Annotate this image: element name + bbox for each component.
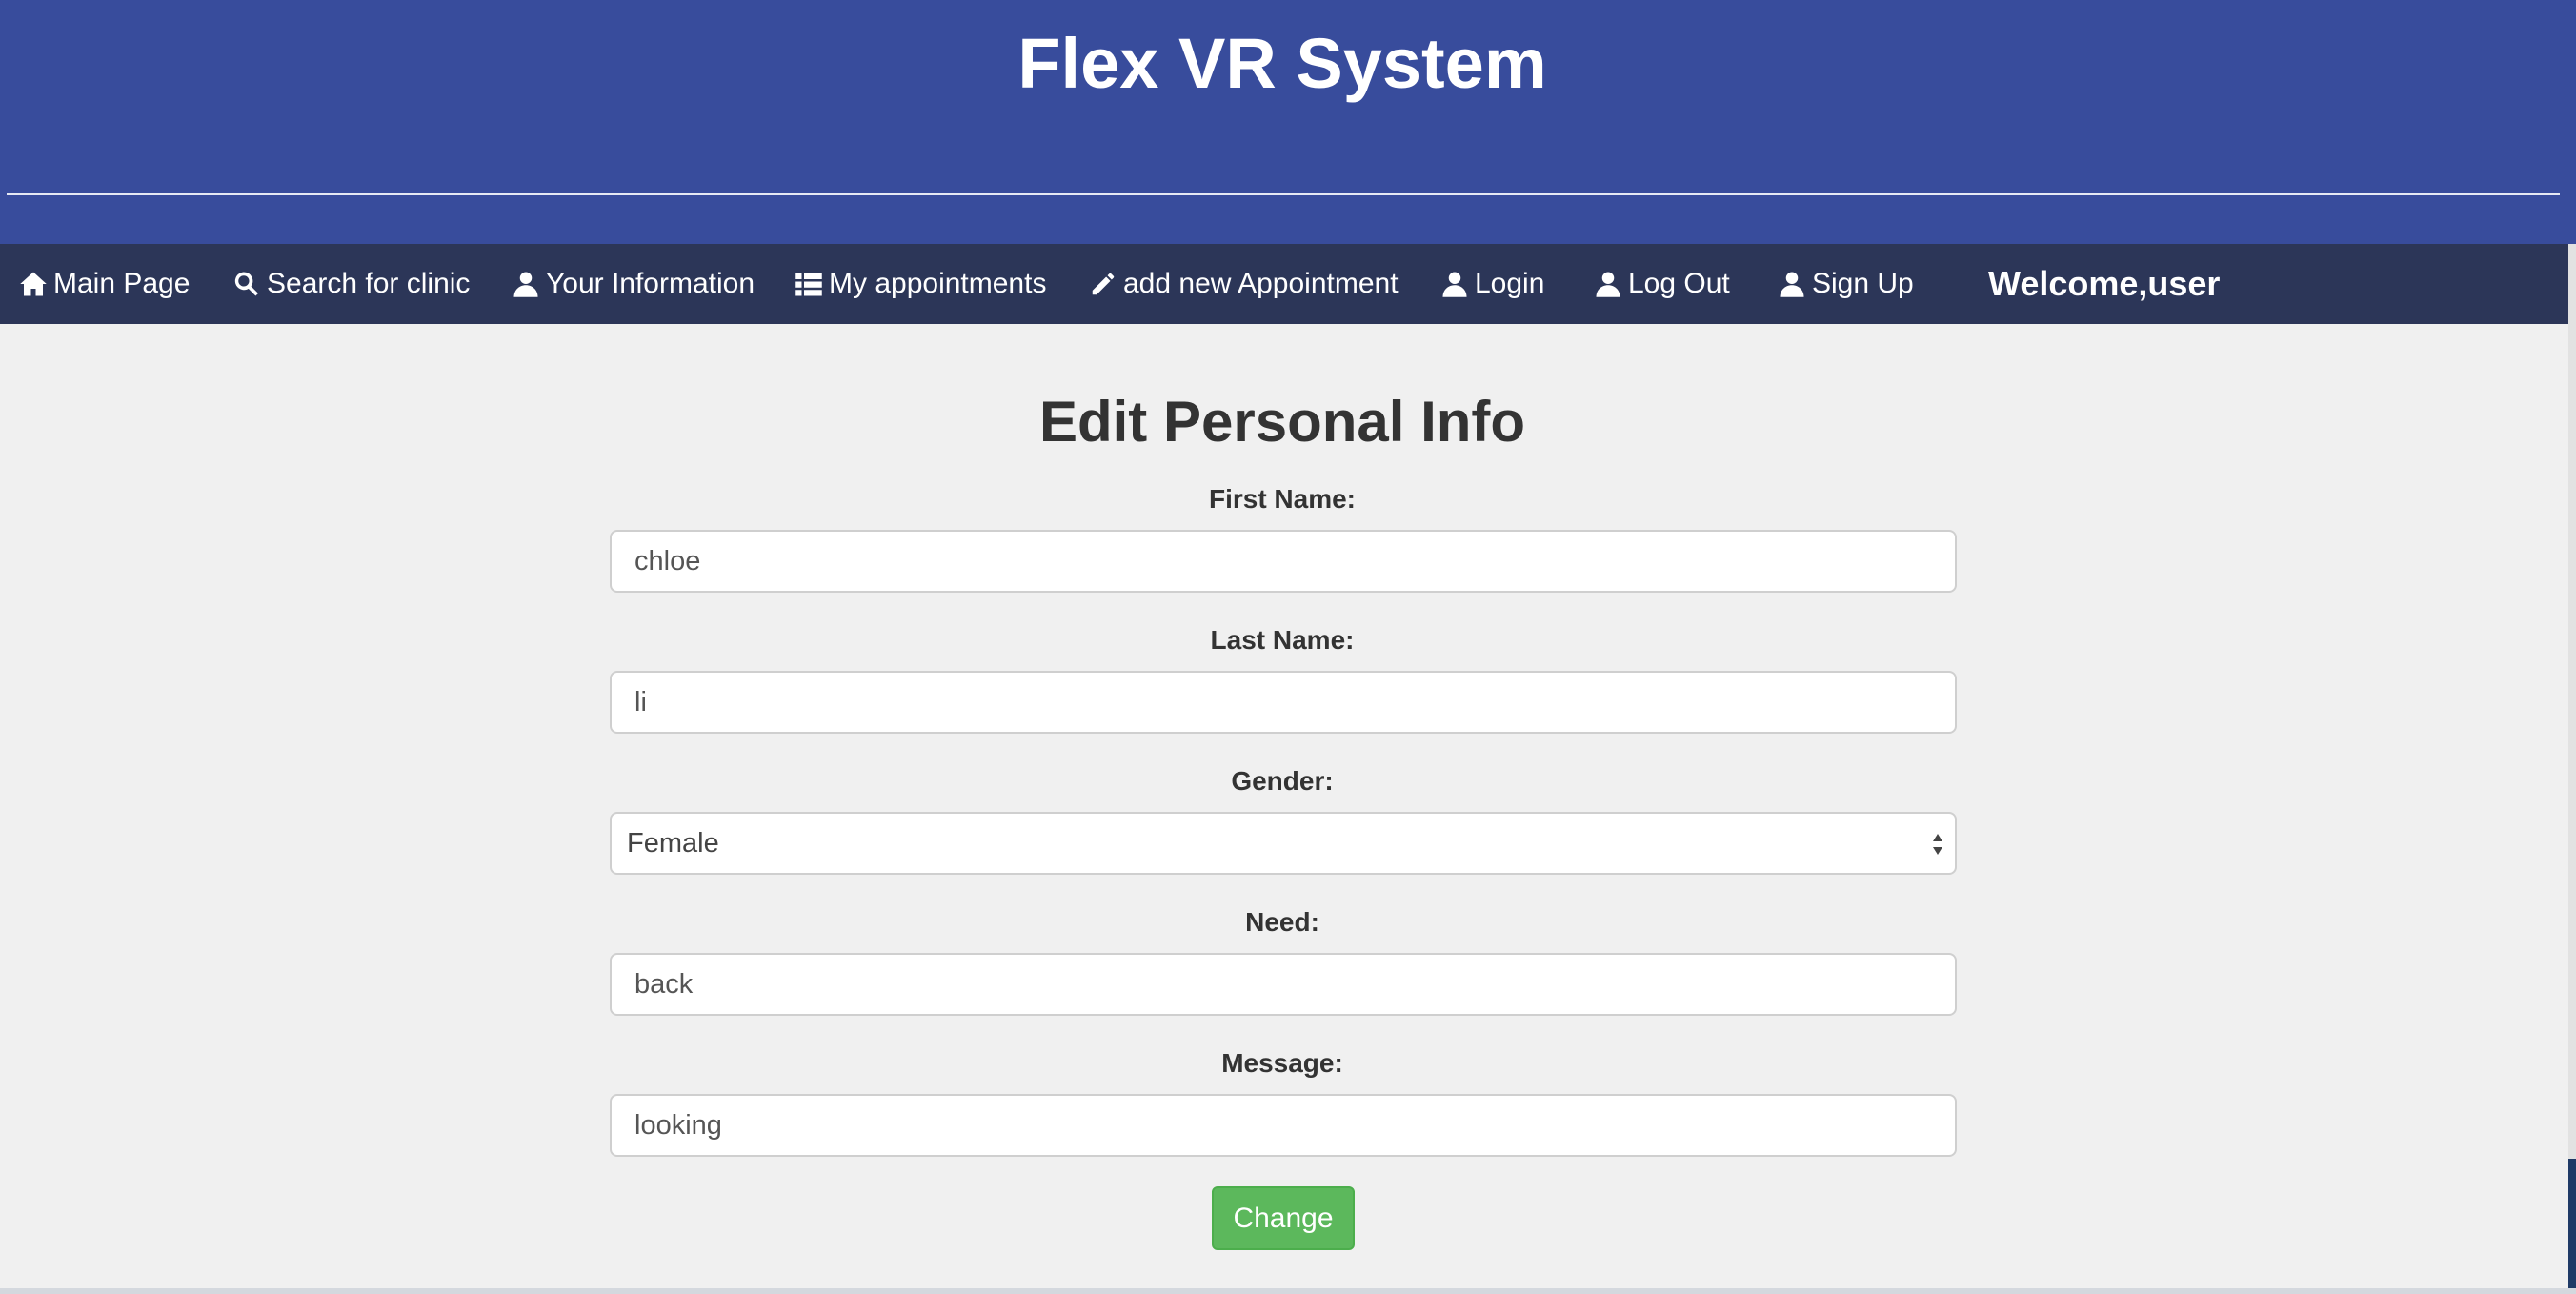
change-button[interactable]: Change: [1212, 1186, 1355, 1250]
nav-item-label: Main Page: [53, 268, 191, 299]
last-name-input[interactable]: [610, 671, 1957, 734]
first-name-label: First Name:: [1208, 484, 1357, 514]
first-name-input[interactable]: [610, 530, 1957, 593]
home-icon: [20, 272, 47, 296]
window-edge: [2568, 244, 2576, 1294]
nav-item-your-information[interactable]: Your Information: [512, 244, 755, 324]
nav-item-search-clinic[interactable]: Search for clinic: [232, 244, 470, 324]
user-icon: [1780, 272, 1804, 297]
nav-item-my-appointments[interactable]: My appointments: [795, 244, 1046, 324]
form-title: Edit Personal Info: [1038, 390, 1526, 454]
gender-label: Gender:: [1231, 766, 1334, 796]
nav-item-add-appointment[interactable]: add new Appointment: [1089, 244, 1399, 324]
nav-item-label: My appointments: [829, 268, 1047, 299]
message-input[interactable]: [610, 1094, 1957, 1157]
nav-item-log-out[interactable]: Log Out: [1594, 244, 1730, 324]
need-label: Need:: [1245, 907, 1319, 937]
window-bottom-edge: [0, 1288, 2576, 1294]
site-title: Flex VR System: [1017, 24, 1547, 103]
last-name-label: Last Name:: [1210, 625, 1355, 655]
nav-item-label: Sign Up: [1812, 268, 1914, 299]
nav-item-label: add new Appointment: [1123, 268, 1399, 299]
message-label: Message:: [1221, 1048, 1343, 1078]
select-arrows-icon: [1933, 834, 1942, 855]
welcome-text: Welcome,user: [1988, 264, 2221, 303]
nav-item-label: Log Out: [1628, 268, 1730, 299]
search-icon: [234, 272, 258, 296]
nav-item-login[interactable]: Login: [1440, 244, 1544, 324]
header-divider: [7, 193, 2560, 195]
nav-item-label: Search for clinic: [267, 268, 471, 299]
nav-item-sign-up[interactable]: Sign Up: [1778, 244, 1914, 324]
window-edge-background: [2568, 1159, 2576, 1294]
nav-item-label: Login: [1475, 268, 1545, 299]
user-icon: [1596, 272, 1620, 297]
gender-select[interactable]: Female: [610, 812, 1957, 875]
pencil-icon: [1092, 273, 1115, 295]
nav-item-main-page[interactable]: Main Page: [19, 244, 190, 324]
gender-selected-value: Female: [627, 827, 719, 859]
nav-item-label: Your Information: [546, 268, 755, 299]
need-input[interactable]: [610, 953, 1957, 1016]
user-icon: [1442, 272, 1467, 297]
site-header: Flex VR System: [0, 0, 2576, 244]
list-icon: [795, 273, 822, 296]
user-icon: [513, 272, 538, 297]
navbar: Main Page Search for clinic Your Informa…: [0, 244, 2568, 324]
